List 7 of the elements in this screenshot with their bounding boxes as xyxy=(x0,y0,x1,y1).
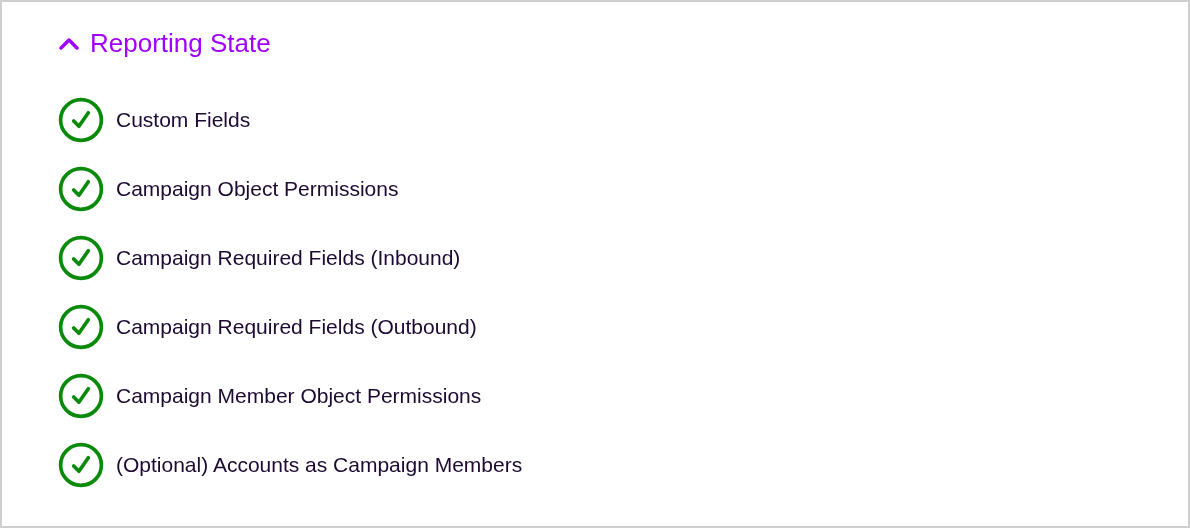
check-label: Custom Fields xyxy=(116,107,251,134)
check-label: Campaign Object Permissions xyxy=(116,176,399,203)
check-label: Campaign Required Fields (Inbound) xyxy=(116,245,461,272)
check-label: Campaign Member Object Permissions xyxy=(116,383,482,410)
section-toggle[interactable]: Reporting State xyxy=(58,24,271,63)
check-label: (Optional) Accounts as Campaign Members xyxy=(116,452,523,479)
check-label: Campaign Required Fields (Outbound) xyxy=(116,314,477,341)
